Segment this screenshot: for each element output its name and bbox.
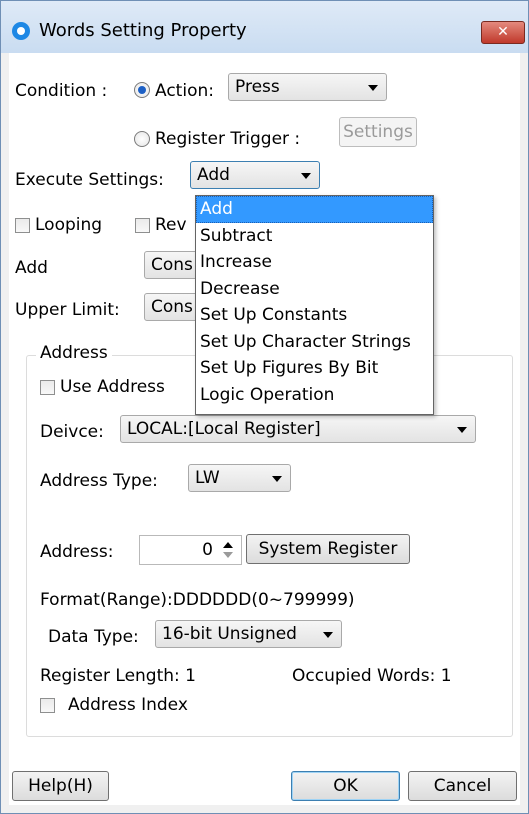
execute-settings-label: Execute Settings: [15, 170, 164, 190]
settings-button[interactable]: Settings [339, 117, 417, 147]
add-source-value: Cons [151, 255, 193, 275]
execute-settings-select[interactable]: Add [190, 161, 320, 189]
register-trigger-label: Register Trigger : [155, 129, 301, 149]
address-type-value: LW [195, 468, 220, 488]
dropdown-item-subtract[interactable]: Subtract [196, 223, 433, 250]
ok-button[interactable]: OK [291, 771, 400, 801]
occupied-words-text: Occupied Words: 1 [292, 666, 452, 686]
dropdown-item-set-up-character-strings[interactable]: Set Up Character Strings [196, 329, 433, 356]
dropdown-item-add[interactable]: Add [196, 196, 433, 223]
dialog-body: Condition : Action: Press Register Trigg… [9, 53, 520, 805]
execute-settings-value: Add [197, 165, 230, 185]
dropdown-item-set-up-figures-by-bit[interactable]: Set Up Figures By Bit [196, 355, 433, 382]
data-type-select[interactable]: 16-bit Unsigned [155, 620, 342, 648]
dropdown-item-increase[interactable]: Increase [196, 249, 433, 276]
condition-label: Condition : [15, 81, 108, 101]
dropdown-item-logic-operation[interactable]: Logic Operation [196, 382, 433, 409]
address-label: Address: [40, 542, 114, 562]
address-type-label: Address Type: [40, 471, 158, 491]
dropdown-item-set-up-constants[interactable]: Set Up Constants [196, 302, 433, 329]
address-group-title: Address [36, 343, 112, 363]
device-label: Deivce: [40, 422, 104, 442]
dialog-window: Words Setting Property ✕ Condition : Act… [0, 0, 529, 814]
upper-limit-value: Cons [151, 297, 193, 317]
close-button[interactable]: ✕ [481, 21, 525, 44]
window-title: Words Setting Property [39, 20, 247, 41]
chevron-down-icon [368, 85, 378, 91]
data-type-value: 16-bit Unsigned [162, 624, 297, 644]
action-radio[interactable] [134, 82, 150, 98]
spin-down-icon[interactable] [223, 552, 233, 558]
action-select-value: Press [235, 77, 280, 97]
address-index-label: Address Index [68, 695, 188, 715]
rev-checkbox[interactable] [135, 218, 150, 233]
chevron-down-icon [272, 476, 282, 482]
use-address-label: Use Address [60, 377, 165, 397]
spin-up-icon[interactable] [223, 542, 233, 548]
use-address-checkbox[interactable] [40, 380, 55, 395]
device-value: LOCAL:[Local Register] [127, 419, 321, 439]
cancel-button[interactable]: Cancel [408, 771, 517, 801]
upper-limit-label: Upper Limit: [15, 300, 120, 320]
device-select[interactable]: LOCAL:[Local Register] [120, 415, 476, 443]
register-length-text: Register Length: 1 [40, 666, 196, 686]
register-trigger-radio[interactable] [134, 131, 150, 147]
app-icon [12, 22, 30, 40]
address-type-select[interactable]: LW [188, 464, 291, 492]
address-value: 0 [202, 540, 213, 560]
system-register-button[interactable]: System Register [246, 534, 410, 564]
looping-checkbox[interactable] [15, 218, 30, 233]
chevron-down-icon [323, 632, 333, 638]
rev-label: Rev [155, 215, 187, 235]
action-label: Action: [155, 81, 214, 101]
data-type-label: Data Type: [48, 627, 139, 647]
chevron-down-icon [457, 427, 467, 433]
chevron-down-icon [301, 173, 311, 179]
execute-settings-dropdown: Add Subtract Increase Decrease Set Up Co… [195, 195, 434, 415]
help-button[interactable]: Help(H) [12, 771, 109, 801]
action-select[interactable]: Press [228, 73, 387, 101]
title-bar: Words Setting Property ✕ [1, 1, 528, 53]
format-range-text: Format(Range):DDDDDD(0~799999) [40, 590, 355, 610]
dropdown-item-decrease[interactable]: Decrease [196, 276, 433, 303]
address-index-checkbox[interactable] [40, 698, 55, 713]
looping-label: Looping [35, 215, 103, 235]
add-label: Add [15, 258, 48, 278]
address-spinbox[interactable]: 0 [139, 535, 242, 565]
